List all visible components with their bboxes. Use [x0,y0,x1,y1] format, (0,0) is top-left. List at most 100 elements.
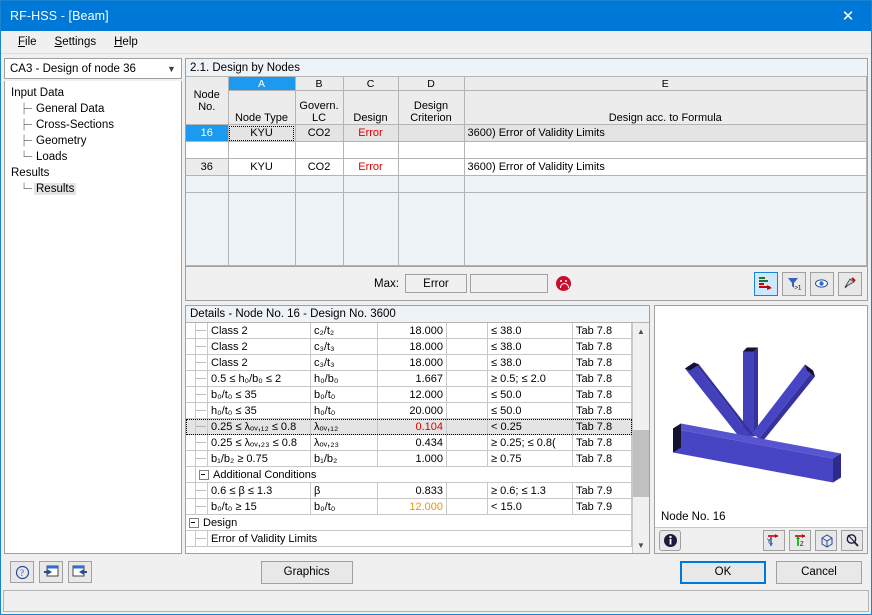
group-header-design[interactable]: Design [186,514,632,531]
cell-design[interactable]: Error [343,124,399,142]
zoom-reset-icon[interactable] [841,530,863,551]
details-row[interactable]: — Class 2 c₃/t₃ 18.000 ≤ 38.0 Tab 7.8 [186,338,632,355]
tree-node-cross-sections[interactable]: ├─ Cross-Sections [9,117,181,133]
detail-reference: Tab 7.8 [572,402,632,419]
cell-node-type[interactable]: KYU [228,158,296,176]
cell-design-criterion[interactable] [398,141,465,159]
info-icon[interactable] [659,530,681,551]
details-row[interactable]: — h₀/t₀ ≤ 35 h₀/t₀ 20.000 ≤ 50.0 Tab 7.8 [186,402,632,419]
close-icon[interactable]: ✕ [825,1,871,31]
table-row[interactable]: 16 KYU CO2 Error 3600) Error of Validity… [186,124,867,142]
tree-node-results-group[interactable]: Results [9,165,181,181]
chevron-up-icon[interactable]: ▲ [633,323,649,339]
results-table[interactable]: Node No. A B C D E Node Type Govern. LC … [186,77,867,266]
menu-item-help[interactable]: Help [105,34,147,50]
view-y-axis-icon[interactable]: Y [763,530,785,551]
details-row[interactable]: — 0.25 ≤ λₒᵥ,₁₂ ≤ 0.8 λₒᵥ,₁₂ 0.104 < 0.2… [186,418,632,435]
chevron-down-icon[interactable]: ▼ [633,537,649,553]
menu-item-settings[interactable]: Settings [46,34,106,50]
details-row[interactable]: — Class 2 c₂/t₂ 18.000 ≤ 38.0 Tab 7.8 [186,323,632,339]
indent-cell [186,450,196,467]
cell-governing-lc[interactable]: CO2 [295,158,344,176]
cell-design[interactable] [343,141,399,159]
table-row[interactable]: 36 KYU CO2 Error 3600) Error of Validity… [186,158,867,176]
cell-design[interactable]: Error [343,158,399,176]
column-header-d[interactable]: D [398,77,465,91]
tree-line-icon: ├─ [21,103,32,115]
details-row[interactable]: — Error of Validity Limits [186,530,632,547]
cell-design-criterion[interactable] [398,158,465,176]
filler-cell [186,192,229,266]
tree-node-geometry[interactable]: ├─ Geometry [9,133,181,149]
indent-cell [186,354,196,371]
cancel-button[interactable]: Cancel [775,560,862,584]
details-row[interactable]: — 0.5 ≤ h₀/b₀ ≤ 2 h₀/b₀ 1.667 ≥ 0.5; ≤ 2… [186,370,632,387]
joint-3d-model [673,347,841,483]
details-row[interactable]: — b₀/t₀ ≥ 15 b₀/t₀ 12.000 < 15.0 Tab 7.9 [186,498,632,515]
cell-design-criterion[interactable] [398,124,465,142]
tree-dash-icon: — [195,402,208,419]
tree-dash-icon: — [195,418,208,435]
column-header-c[interactable]: C [343,77,399,91]
isometric-view-icon[interactable] [815,530,837,551]
row-header-node-no[interactable]: 16 [186,124,229,142]
details-group-row[interactable]: Design [186,514,632,531]
detail-reference: Tab 7.8 [572,450,632,467]
cell-governing-lc[interactable]: CO2 [295,124,344,142]
detail-unit [446,498,488,515]
details-scrollbar[interactable]: ▲ ▼ [632,323,649,553]
cell-design-formula[interactable] [464,141,867,159]
column-header-b[interactable]: B [295,77,344,91]
row-header-node-no[interactable] [186,141,229,159]
group-label: Additional Conditions [213,468,317,481]
cell-governing-lc[interactable] [295,141,344,159]
result-table-icon[interactable] [753,271,778,296]
details-row[interactable]: — 0.6 ≤ β ≤ 1.3 β 0.833 ≥ 0.6; ≤ 1.3 Tab… [186,482,632,499]
column-header-a[interactable]: A [228,77,296,91]
help-question-icon[interactable]: ? [10,561,34,583]
details-row[interactable]: — Class 2 c₃/t₃ 18.000 ≤ 38.0 Tab 7.8 [186,354,632,371]
chevron-down-icon[interactable]: ▼ [162,59,181,78]
tree-line-icon: └─ [21,183,32,195]
filler-cell [343,175,399,193]
scroll-thumb[interactable] [633,430,649,498]
tree-node-general-data[interactable]: ├─ General Data [9,101,181,117]
tree-node-input-data[interactable]: Input Data [9,85,181,101]
graphics-button[interactable]: Graphics [260,560,353,584]
filter-icon[interactable]: >1 [781,271,806,296]
collapse-box-icon[interactable] [189,517,199,528]
previous-page-icon[interactable] [39,561,63,583]
pin-selection-icon[interactable] [837,271,862,296]
table-filler-row [186,192,867,266]
table-row[interactable] [186,141,867,159]
filler-cell [295,192,344,266]
details-table[interactable]: — Class 2 c₂/t₂ 18.000 ≤ 38.0 Tab 7.8 — … [186,323,632,547]
navigator-tree[interactable]: Input Data ├─ General Data ├─ Cross-Sect… [4,81,182,554]
visibility-eye-icon[interactable] [809,271,834,296]
ok-button[interactable]: OK [679,560,766,584]
scroll-track[interactable] [633,339,649,537]
details-row[interactable]: — b₀/t₀ ≤ 35 b₀/t₀ 12.000 ≤ 50.0 Tab 7.8 [186,386,632,403]
tree-node-loads[interactable]: └─ Loads [9,149,181,165]
cell-design-formula[interactable]: 3600) Error of Validity Limits [464,158,867,176]
detail-limit: ≥ 0.5; ≤ 2.0 [487,370,573,387]
menu-item-file[interactable]: File [9,34,46,50]
view-z-axis-icon[interactable]: Z [789,530,811,551]
details-row[interactable]: — 0.25 ≤ λₒᵥ,₂₃ ≤ 0.8 λₒᵥ,₂₃ 0.434 ≥ 0.2… [186,434,632,451]
cell-node-type[interactable] [228,141,296,159]
cell-node-type[interactable]: KYU [228,124,296,142]
details-row[interactable]: — b₁/b₂ ≥ 0.75 b₁/b₂ 1.000 ≥ 0.75 Tab 7.… [186,450,632,467]
tree-node-results[interactable]: └─ Results [9,181,181,197]
tree-dash-icon: — [195,338,208,355]
collapse-box-icon[interactable] [199,469,209,480]
group-header-additional-conditions[interactable]: Additional Conditions [195,466,632,483]
detail-reference: Tab 7.9 [572,482,632,499]
case-selector-combo[interactable]: CA3 - Design of node 36 ▼ [4,58,182,79]
cell-design-formula[interactable]: 3600) Error of Validity Limits [464,124,867,142]
details-group-row[interactable]: Additional Conditions [186,466,632,483]
column-header-e[interactable]: E [464,77,867,91]
next-page-icon[interactable] [68,561,92,583]
column-name-row: Node Type Govern. LC Design Design Crite… [186,90,867,125]
model-viewport[interactable]: Node No. 16 [655,306,867,527]
row-header-node-no[interactable]: 36 [186,158,229,176]
